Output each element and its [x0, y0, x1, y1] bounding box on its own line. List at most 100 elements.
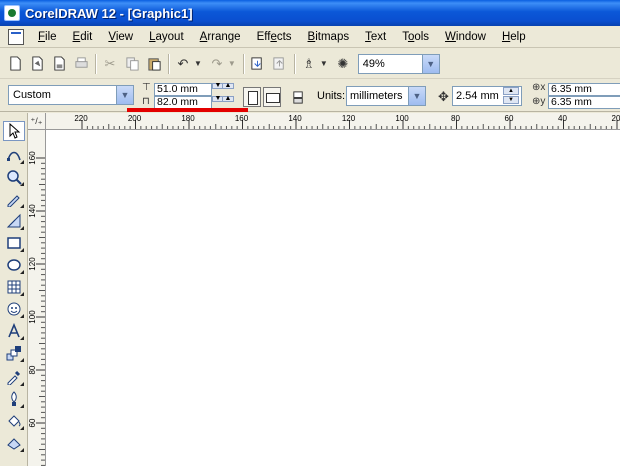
menu-label-rest: elp [510, 30, 526, 43]
menu-bar: File Edit View Layout Arrange Effects Bitmaps T… [0, 26, 620, 48]
v-ruler-label: 80 [28, 365, 37, 374]
property-bar: Custom ▼ ⊤ 51.0 mm ▼ ▲ ⊓ 82.0 mm ▼ ▲ Uni… [0, 80, 620, 112]
ellipse-tool-icon[interactable] [3, 255, 25, 275]
menu-text[interactable]: Text [357, 27, 394, 47]
h-ruler-label: 220 [74, 114, 88, 123]
menu-mnemonic: F [38, 30, 46, 43]
copy-icon[interactable] [121, 53, 143, 75]
menu-layout[interactable]: Layout [141, 27, 192, 47]
window-title: CorelDRAW 12 - [Graphic1] [25, 5, 193, 21]
page-width-icon: ⊤ [142, 82, 151, 93]
h-ruler-label: 140 [288, 114, 302, 123]
text-tool-icon[interactable] [3, 321, 25, 341]
rectangle-tool-icon[interactable] [3, 233, 25, 253]
portrait-button[interactable] [243, 87, 261, 107]
page-width-up-icon[interactable]: ▲ [222, 82, 234, 89]
open-icon[interactable] [26, 53, 48, 75]
h-ruler-label: 20 [612, 114, 620, 123]
units-label: Units: [317, 90, 346, 102]
h-ruler-label: 80 [451, 114, 460, 123]
menu-label-rest: itmaps [315, 30, 350, 43]
all-pages-layout-icon[interactable] [287, 86, 309, 108]
corel-online-icon[interactable]: ✺ [332, 53, 354, 75]
h-ruler-label: 60 [505, 114, 514, 123]
paste-icon[interactable] [143, 53, 165, 75]
menu-effects[interactable]: Effects [249, 27, 300, 47]
red-underline-annotation [127, 108, 248, 112]
undo-dropdown-icon[interactable]: ▼ [194, 59, 202, 68]
coreldraw-app-icon[interactable] [4, 5, 20, 21]
nudge-spinner[interactable]: ▲ ▼ [503, 87, 519, 105]
page-size-combo[interactable]: Custom ▼ [8, 85, 134, 105]
pick-tool-icon[interactable] [3, 121, 25, 141]
menu-mnemonic: W [445, 30, 456, 43]
page-size-value: Custom [13, 89, 51, 101]
duplicate-x-field[interactable]: 6.35 mm [548, 83, 620, 96]
application-launcher-icon[interactable]: ♗ [298, 53, 320, 75]
export-icon[interactable] [269, 53, 291, 75]
v-ruler-label: 160 [28, 151, 37, 165]
duplicate-y-field[interactable]: 6.35 mm [548, 96, 620, 109]
zoom-level-value: 49% [362, 57, 385, 70]
vertical-ruler[interactable]: 160 140 120 100 80 60 [28, 130, 46, 466]
drawing-canvas[interactable] [46, 130, 620, 466]
save-icon[interactable] [48, 53, 70, 75]
page-size-dropdown-icon[interactable]: ▼ [116, 86, 133, 104]
menu-label-rest: ols [414, 30, 430, 43]
graph-paper-tool-icon[interactable] [3, 277, 25, 297]
nudge-down-icon[interactable]: ▼ [503, 96, 519, 104]
new-document-icon[interactable] [4, 53, 26, 75]
horizontal-ruler-graphic: 220 200 180 160 140 120 100 80 60 40 20 [74, 114, 620, 129]
h-ruler-label: 180 [181, 114, 195, 123]
landscape-button[interactable] [263, 87, 281, 107]
menu-arrange[interactable]: Arrange [192, 27, 249, 47]
menu-label-rest: cts [276, 30, 292, 43]
nudge-up-icon[interactable]: ▲ [503, 87, 519, 95]
h-ruler-label: 40 [558, 114, 567, 123]
import-icon[interactable] [247, 53, 269, 75]
freehand-tool-icon[interactable] [3, 189, 25, 209]
horizontal-ruler[interactable]: 220 200 180 160 140 120 100 80 60 40 20 [46, 113, 620, 130]
menu-view[interactable]: View [100, 27, 141, 47]
title-bar: CorelDRAW 12 - [Graphic1] [0, 0, 620, 26]
menu-window[interactable]: Window [437, 27, 494, 47]
vertical-ruler-graphic: 160 140 120 100 80 60 [28, 151, 45, 466]
cut-icon[interactable]: ✂ [99, 53, 121, 75]
h-ruler-label: 100 [395, 114, 409, 123]
redo-dropdown-icon[interactable]: ▼ [228, 59, 236, 68]
eyedropper-tool-icon[interactable] [3, 367, 25, 387]
interactive-blend-tool-icon[interactable] [3, 343, 25, 363]
units-combo[interactable]: millimeters ▼ [346, 86, 426, 106]
menu-edit[interactable]: Edit [65, 27, 101, 47]
menu-label-prefix: Eff [256, 30, 271, 43]
interactive-fill-tool-icon[interactable] [3, 433, 25, 453]
fill-tool-icon[interactable] [3, 411, 25, 431]
v-ruler-label: 60 [28, 418, 37, 427]
basic-shapes-tool-icon[interactable] [3, 299, 25, 319]
ruler-origin-corner[interactable]: ⁺/₊ [28, 113, 46, 130]
shape-tool-icon[interactable] [3, 145, 25, 165]
nudge-distance-icon: ✥ [438, 89, 449, 104]
units-dropdown-icon[interactable]: ▼ [408, 87, 425, 105]
document-icon[interactable] [8, 28, 24, 45]
toolbar-separator [95, 53, 96, 74]
menu-bitmaps[interactable]: Bitmaps [300, 27, 358, 47]
zoom-tool-icon[interactable] [3, 167, 25, 187]
smart-fill-tool-icon[interactable] [3, 211, 25, 231]
units-value: millimeters [350, 90, 403, 102]
undo-icon[interactable]: ↶ [172, 53, 194, 75]
redo-icon[interactable]: ↷ [206, 53, 228, 75]
page-height-up-icon[interactable]: ▲ [222, 95, 234, 102]
outline-tool-icon[interactable] [3, 389, 25, 409]
menu-tools[interactable]: Tools [394, 27, 437, 47]
page-width-field[interactable]: 51.0 mm [154, 83, 212, 96]
menu-file[interactable]: File [30, 27, 65, 47]
v-ruler-label: 120 [28, 257, 37, 271]
h-ruler-label: 160 [235, 114, 249, 123]
launcher-dropdown-icon[interactable]: ▼ [320, 59, 328, 68]
zoom-dropdown-icon[interactable]: ▼ [421, 54, 439, 73]
duplicate-x-icon: ⊕x [532, 82, 546, 93]
zoom-level-combo[interactable]: 49% ▼ [357, 53, 440, 74]
print-icon[interactable] [70, 53, 92, 75]
menu-help[interactable]: Help [494, 27, 534, 47]
